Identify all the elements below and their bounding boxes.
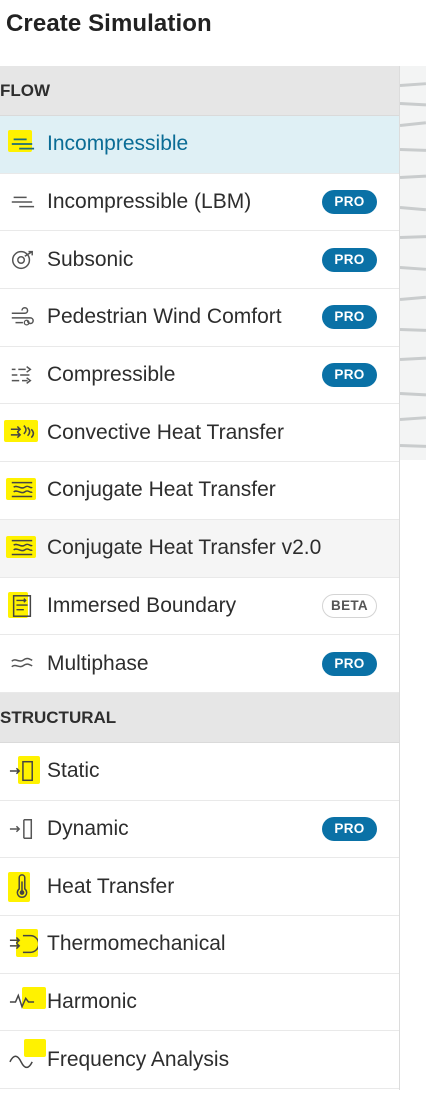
simulation-type-label: Subsonic bbox=[47, 247, 134, 271]
simulation-type-label: Static bbox=[47, 759, 100, 783]
simulation-type-conjugate-heat-transfer-v2-0[interactable]: Conjugate Heat Transfer v2.0 bbox=[0, 519, 399, 578]
static-icon bbox=[4, 756, 40, 786]
simulation-type-incompressible-lbm[interactable]: Incompressible (LBM) PRO bbox=[0, 173, 399, 232]
thermomechanical-icon bbox=[4, 929, 40, 959]
simulation-type-label: Multiphase bbox=[47, 651, 149, 675]
pro-badge: PRO bbox=[322, 363, 377, 388]
pro-badge: PRO bbox=[322, 305, 377, 330]
pro-badge: PRO bbox=[322, 816, 377, 841]
simulation-type-label: Incompressible bbox=[47, 132, 189, 156]
section-header-structural: STRUCTURAL bbox=[0, 692, 399, 743]
simulation-type-thermomechanical[interactable]: Thermomechanical bbox=[0, 915, 399, 974]
incompressible-lbm-icon bbox=[4, 187, 40, 217]
pro-badge: PRO bbox=[322, 651, 377, 676]
simulation-type-incompressible[interactable]: Incompressible bbox=[0, 116, 399, 174]
simulation-type-label: Conjugate Heat Transfer bbox=[47, 478, 276, 502]
simulation-type-label: Compressible bbox=[47, 363, 176, 387]
simulation-type-label: Harmonic bbox=[47, 989, 137, 1013]
simulation-type-pedestrian-wind-comfort[interactable]: Pedestrian Wind Comfort PRO bbox=[0, 289, 399, 347]
pro-badge: PRO bbox=[322, 247, 377, 272]
section-header-flow: FLOW bbox=[0, 66, 399, 116]
simulation-type-label: Convective Heat Transfer bbox=[47, 420, 284, 444]
convective-heat-icon bbox=[4, 418, 40, 448]
wind-comfort-icon bbox=[4, 302, 40, 332]
simulation-type-frequency-analysis[interactable]: Frequency Analysis bbox=[0, 1031, 399, 1089]
simulation-type-harmonic[interactable]: Harmonic bbox=[0, 973, 399, 1032]
immersed-boundary-icon bbox=[4, 591, 40, 621]
simulation-type-label: Immersed Boundary bbox=[47, 593, 237, 617]
harmonic-icon bbox=[4, 986, 46, 1017]
simulation-type-subsonic[interactable]: Subsonic PRO bbox=[0, 231, 399, 290]
subsonic-icon bbox=[4, 245, 40, 275]
multiphase-icon bbox=[4, 649, 40, 679]
simulation-type-conjugate-heat-transfer[interactable]: Conjugate Heat Transfer bbox=[0, 462, 399, 520]
simulation-type-label: Heat Transfer bbox=[47, 874, 175, 898]
simulation-type-multiphase[interactable]: Multiphase PRO bbox=[0, 635, 399, 693]
frequency-icon bbox=[4, 1038, 46, 1075]
simulation-type-label: Conjugate Heat Transfer v2.0 bbox=[47, 536, 322, 560]
simulation-type-label: Thermomechanical bbox=[47, 932, 226, 956]
simulation-type-label: Pedestrian Wind Comfort bbox=[47, 305, 282, 329]
beta-badge: BETA bbox=[322, 593, 377, 618]
dynamic-icon bbox=[4, 814, 40, 844]
simulation-type-dynamic[interactable]: Dynamic PRO bbox=[0, 800, 399, 859]
page-title: Create Simulation bbox=[6, 10, 212, 37]
conjugate-heat-icon bbox=[4, 475, 40, 505]
thermometer-icon bbox=[4, 871, 40, 902]
simulation-type-static[interactable]: Static bbox=[0, 742, 399, 801]
incompressible-icon bbox=[4, 129, 40, 159]
preview-image bbox=[400, 66, 426, 460]
simulation-type-list: FLOW Incompressible Incompressible (LBM) PR… bbox=[0, 66, 400, 1090]
simulation-type-label: Frequency Analysis bbox=[47, 1047, 230, 1071]
pro-badge: PRO bbox=[322, 190, 377, 215]
simulation-type-label: Dynamic bbox=[47, 816, 129, 840]
simulation-type-compressible[interactable]: Compressible PRO bbox=[0, 346, 399, 405]
simulation-type-convective-heat-transfer[interactable]: Convective Heat Transfer bbox=[0, 404, 399, 463]
simulation-type-label: Incompressible (LBM) bbox=[47, 190, 252, 214]
compressible-icon bbox=[4, 360, 40, 390]
simulation-type-heat-transfer[interactable]: Heat Transfer bbox=[0, 858, 399, 916]
simulation-type-immersed-boundary[interactable]: Immersed Boundary BETA bbox=[0, 577, 399, 636]
conjugate-heat-v2-icon bbox=[4, 533, 40, 563]
